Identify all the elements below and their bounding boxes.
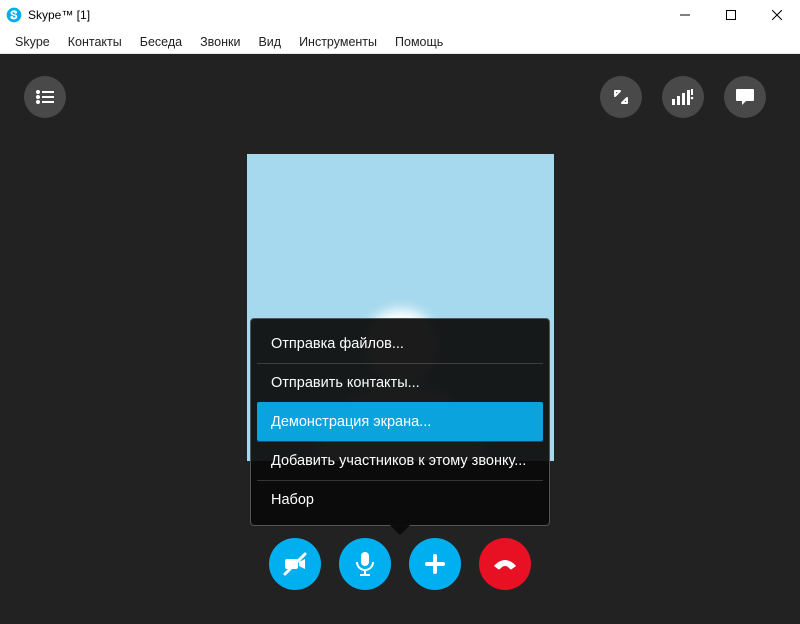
call-controls — [269, 538, 531, 590]
add-menu-popup: Отправка файлов... Отправить контакты...… — [250, 318, 550, 526]
popup-caret-icon — [390, 525, 410, 535]
call-area: Отправка файлов... Отправить контакты...… — [0, 54, 800, 624]
menu-item-dialpad[interactable]: Набор — [257, 480, 543, 519]
add-menu-button[interactable] — [409, 538, 461, 590]
menu-help[interactable]: Помощь — [386, 33, 452, 51]
signal-bars-icon — [672, 89, 694, 105]
window-maximize-button[interactable] — [708, 0, 754, 30]
menu-item-share-screen[interactable]: Демонстрация экрана... — [257, 402, 543, 441]
window-titlebar: Skype™ [1] — [0, 0, 800, 30]
hangup-button[interactable] — [479, 538, 531, 590]
menu-skype[interactable]: Skype — [6, 33, 59, 51]
fullscreen-button[interactable] — [600, 76, 642, 118]
menu-tools[interactable]: Инструменты — [290, 33, 386, 51]
menu-item-send-files[interactable]: Отправка файлов... — [257, 325, 543, 363]
window-close-button[interactable] — [754, 0, 800, 30]
video-off-icon — [281, 550, 309, 578]
microphone-icon — [354, 551, 376, 577]
recent-list-button[interactable] — [24, 76, 66, 118]
list-icon — [36, 90, 54, 104]
menu-view[interactable]: Вид — [249, 33, 290, 51]
open-chat-button[interactable] — [724, 76, 766, 118]
hangup-icon — [490, 549, 520, 579]
fullscreen-icon — [613, 89, 629, 105]
toggle-mic-button[interactable] — [339, 538, 391, 590]
menu-item-add-participants[interactable]: Добавить участников к этому звонку... — [257, 441, 543, 480]
menubar: Skype Контакты Беседа Звонки Вид Инструм… — [0, 30, 800, 54]
call-quality-button[interactable] — [662, 76, 704, 118]
menu-item-send-contacts[interactable]: Отправить контакты... — [257, 363, 543, 402]
window-minimize-button[interactable] — [662, 0, 708, 30]
skype-logo-icon — [0, 7, 28, 23]
menu-conversation[interactable]: Беседа — [131, 33, 191, 51]
plus-icon — [424, 553, 446, 575]
window-title: Skype™ [1] — [28, 8, 90, 22]
chat-bubble-icon — [735, 88, 755, 106]
toggle-video-button[interactable] — [269, 538, 321, 590]
menu-contacts[interactable]: Контакты — [59, 33, 131, 51]
menu-calls[interactable]: Звонки — [191, 33, 249, 51]
